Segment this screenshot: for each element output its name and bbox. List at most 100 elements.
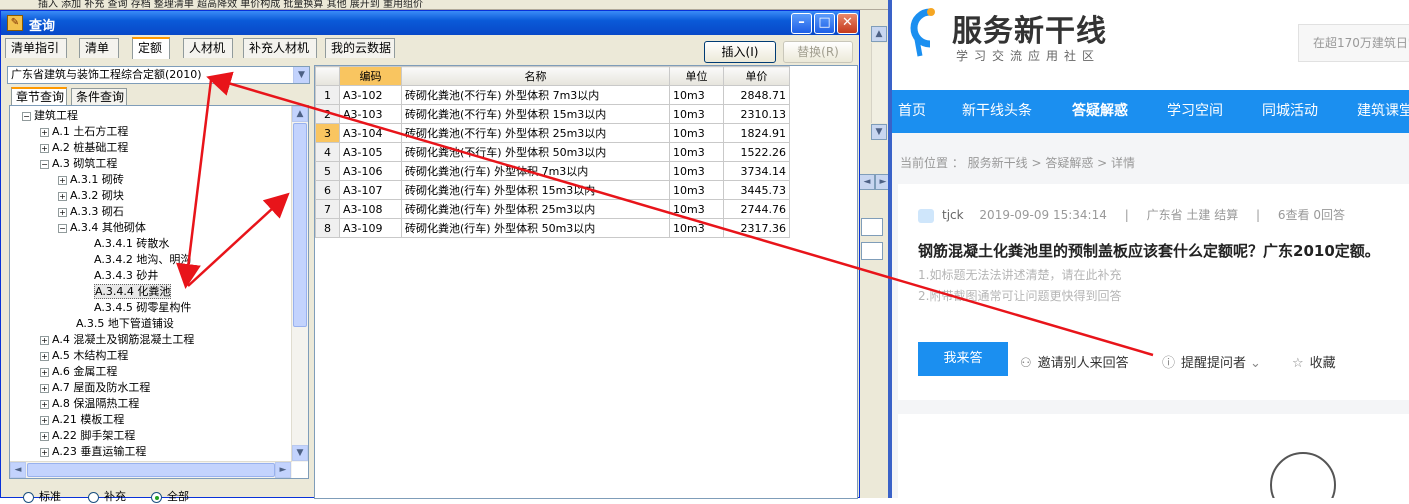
expand-icon[interactable]: + [58, 207, 67, 217]
radio-supplement[interactable]: 补充 [88, 488, 126, 504]
cell-code: A3-104 [339, 123, 402, 143]
scroll-left-icon[interactable]: ◄ [859, 174, 875, 190]
tree-node[interactable]: + A.4 混凝土及钢筋混凝土工程 [40, 332, 194, 348]
column-header-unit[interactable]: 单位 [669, 66, 724, 86]
tree-node[interactable]: + A.3.1 砌砖 [58, 172, 124, 188]
scroll-thumb[interactable] [293, 123, 307, 327]
tree-node[interactable]: + A.1 土石方工程 [40, 124, 128, 140]
invite-answer-button[interactable]: ⚇ 邀请别人来回答 [1020, 352, 1129, 371]
tab-bill[interactable]: 清单 [79, 38, 119, 58]
expand-icon[interactable]: + [40, 383, 49, 393]
table-header-row: 编码 名称 单位 单价 [315, 66, 790, 86]
collapse-icon[interactable]: − [40, 159, 49, 169]
table-row[interactable]: 7 A3-108 砖砌化粪池(行车) 外型体积 25m3以内 10m3 2744.76 [315, 199, 790, 219]
nav-classroom[interactable]: 建筑课堂 [1357, 90, 1409, 133]
tree-node[interactable]: + A.22 脚手架工程 [40, 428, 135, 444]
quota-library-select[interactable]: 广东省建筑与装饰工程综合定额(2010) ▼ [7, 66, 310, 84]
tab-supplement-material[interactable]: 补充人材机 [243, 38, 317, 58]
expand-icon[interactable]: + [58, 191, 67, 201]
tree-node[interactable]: + A.21 模板工程 [40, 412, 124, 428]
site-logo-icon[interactable] [900, 4, 940, 66]
tab-cloud-data[interactable]: 我的云数据 [325, 38, 395, 58]
radio-all[interactable]: 全部 [151, 488, 189, 504]
table-row[interactable]: 3 A3-104 砖砌化粪池(不行车) 外型体积 25m3以内 10m3 1824.91 [315, 123, 790, 143]
site-search-input[interactable]: 在超170万建筑日常 [1298, 24, 1409, 62]
radio-standard[interactable]: 标准 [23, 488, 61, 504]
nav-local-events[interactable]: 同城活动 [1262, 90, 1318, 133]
scroll-down-icon[interactable]: ▼ [292, 445, 308, 461]
tree-horizontal-scrollbar[interactable]: ◄ ► [10, 461, 292, 478]
table-row[interactable]: 1 A3-102 砖砌化粪池(不行车) 外型体积 7m3以内 10m3 2848.71 [315, 85, 790, 105]
scroll-down-icon[interactable]: ▼ [871, 124, 887, 140]
tree-vertical-scrollbar[interactable]: ▲ ▼ [291, 106, 308, 462]
column-header-code[interactable]: 编码 [339, 66, 402, 86]
scroll-up-icon[interactable]: ▲ [292, 106, 308, 122]
expand-icon[interactable]: + [40, 351, 49, 361]
tree-node[interactable]: A.3.5 地下管道铺设 [76, 316, 174, 332]
expand-icon[interactable]: + [40, 335, 49, 345]
tree-node[interactable]: + A.2 桩基础工程 [40, 140, 128, 156]
tree-node[interactable]: − 建筑工程 [22, 108, 78, 124]
tree-node[interactable]: − A.3.4 其他砌体 [58, 220, 146, 236]
remind-asker-button[interactable]: ⓘ 提醒提问者 ⌄ [1162, 352, 1261, 371]
nav-headlines[interactable]: 新干线头条 [962, 90, 1032, 133]
tree-node[interactable]: A.3.4.1 砖散水 [94, 236, 169, 252]
site-logo-text[interactable]: 服务新干线 [952, 6, 1107, 50]
chevron-down-icon[interactable]: ▼ [293, 67, 309, 83]
tab-bill-guide[interactable]: 清单指引 [5, 38, 67, 58]
minimize-button[interactable]: – [791, 13, 812, 34]
tree-node[interactable]: A.3.4.3 砂井 [94, 268, 158, 284]
scroll-thumb[interactable] [27, 463, 275, 477]
expand-icon[interactable]: + [40, 447, 49, 457]
nav-qa[interactable]: 答疑解惑 [1072, 90, 1128, 133]
replace-button[interactable]: 替换(R) [783, 41, 853, 63]
expand-icon[interactable]: + [40, 143, 49, 153]
expand-icon[interactable]: + [40, 431, 49, 441]
expand-icon[interactable]: + [40, 367, 49, 377]
table-row[interactable]: 6 A3-107 砖砌化粪池(行车) 外型体积 15m3以内 10m3 3445.73 [315, 180, 790, 200]
column-header-price[interactable]: 单价 [723, 66, 790, 86]
table-row[interactable]: 4 A3-105 砖砌化粪池(不行车) 外型体积 50m3以内 10m3 1522.26 [315, 142, 790, 162]
tree-node[interactable]: − A.3 砌筑工程 [40, 156, 117, 172]
expand-icon[interactable]: + [40, 399, 49, 409]
dialog-titlebar[interactable]: ✎ 查询 – □ ✕ [1, 11, 859, 35]
favorite-button[interactable]: ☆ 收藏 [1292, 352, 1336, 371]
tree-node[interactable]: + A.23 垂直运输工程 [40, 444, 146, 460]
insert-button[interactable]: 插入(I) [704, 41, 776, 63]
tree-node[interactable]: A.3.4.5 砌零星构件 [94, 300, 191, 316]
question-user[interactable]: tjck [942, 208, 964, 222]
host-scroll-track[interactable] [871, 43, 887, 123]
tree-node[interactable]: A.3.4.2 地沟、明沟 [94, 252, 191, 268]
tree-node[interactable]: + A.7 屋面及防水工程 [40, 380, 150, 396]
expand-icon[interactable]: + [40, 415, 49, 425]
host-field-box[interactable] [861, 242, 883, 260]
table-row[interactable]: 8 A3-109 砖砌化粪池(行车) 外型体积 50m3以内 10m3 2317.36 [315, 218, 790, 238]
scroll-left-icon[interactable]: ◄ [10, 462, 26, 478]
tab-chapter-query[interactable]: 章节查询 [11, 87, 67, 106]
column-header-name[interactable]: 名称 [401, 66, 670, 86]
collapse-icon[interactable]: − [58, 223, 67, 233]
scroll-right-icon[interactable]: ► [275, 462, 291, 478]
table-row[interactable]: 2 A3-103 砖砌化粪池(不行车) 外型体积 15m3以内 10m3 2310.13 [315, 104, 790, 124]
maximize-button[interactable]: □ [814, 13, 835, 34]
answer-button[interactable]: 我来答 [918, 342, 1008, 376]
collapse-icon[interactable]: − [22, 111, 31, 121]
host-field-box[interactable] [861, 218, 883, 236]
tree-node[interactable]: + A.3.2 砌块 [58, 188, 124, 204]
tree-node[interactable]: + A.6 金属工程 [40, 364, 117, 380]
scroll-up-icon[interactable]: ▲ [871, 26, 887, 42]
tree-node[interactable]: + A.8 保温隔热工程 [40, 396, 139, 412]
cell-code: A3-109 [339, 218, 402, 238]
expand-icon[interactable]: + [40, 127, 49, 137]
tab-condition-query[interactable]: 条件查询 [71, 88, 127, 106]
table-row[interactable]: 5 A3-106 砖砌化粪池(行车) 外型体积 7m3以内 10m3 3734.14 [315, 161, 790, 181]
tree-node[interactable]: + A.5 木结构工程 [40, 348, 128, 364]
expand-icon[interactable]: + [58, 175, 67, 185]
nav-home[interactable]: 首页 [898, 90, 926, 133]
tab-labor-material[interactable]: 人材机 [183, 38, 233, 58]
tab-quota[interactable]: 定额 [132, 37, 170, 59]
close-button[interactable]: ✕ [837, 13, 858, 34]
tree-node[interactable]: + A.3.3 砌石 [58, 204, 124, 220]
tree-node[interactable]: A.3.4.4 化粪池 [94, 284, 172, 300]
nav-study-space[interactable]: 学习空间 [1167, 90, 1223, 133]
